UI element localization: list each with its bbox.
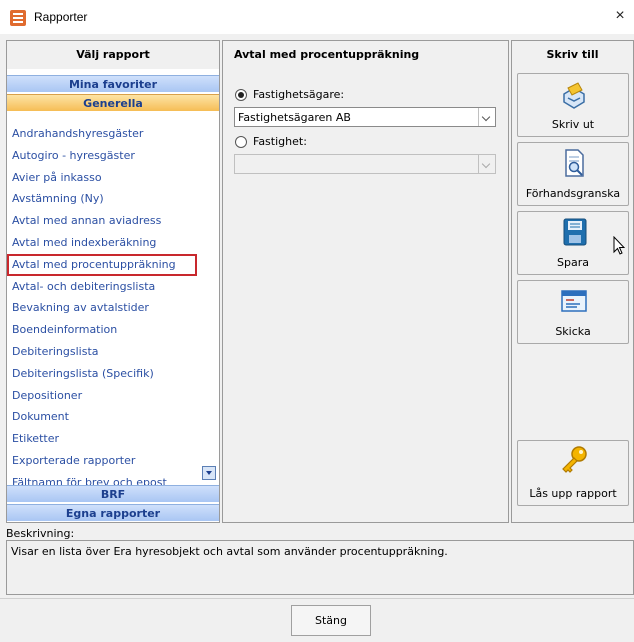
description-label: Beskrivning: (6, 527, 75, 540)
description-text: Visar en lista över Era hyresobjekt och … (11, 545, 448, 558)
preview-button-label: Förhandsgranska (525, 187, 621, 200)
preview-icon (565, 149, 584, 177)
list-item[interactable]: Autogiro - hyresgäster (7, 145, 219, 167)
print-button[interactable]: Skriv ut (517, 73, 629, 137)
owner-radio[interactable] (235, 89, 247, 101)
save-button-label: Spara (557, 256, 589, 269)
output-panel: Skriv till Skriv ut Förhandsgranska Spar… (511, 40, 634, 523)
list-item[interactable]: Fältnamn för brev och epost (7, 472, 219, 485)
group-generella[interactable]: Generella (7, 94, 219, 111)
property-radio-label: Fastighet: (253, 135, 307, 148)
group-mina-favoriter[interactable]: Mina favoriter (7, 75, 219, 92)
report-options-header: Avtal med procentuppräkning (223, 41, 508, 69)
list-item[interactable]: Avstämning (Ny) (7, 188, 219, 210)
preview-button[interactable]: Förhandsgranska (517, 142, 629, 206)
list-item[interactable]: Depositioner (7, 385, 219, 407)
chevron-down-icon[interactable] (478, 108, 495, 126)
send-icon (561, 290, 587, 312)
footer-divider (0, 598, 634, 599)
list-item[interactable]: Bevakning av avtalstider (7, 297, 219, 319)
owner-select-value: Fastighetsägaren AB (238, 111, 351, 124)
property-radio[interactable] (235, 136, 247, 148)
list-item[interactable]: Andrahandshyresgäster (7, 123, 219, 145)
key-icon (562, 446, 587, 473)
owner-radio-label: Fastighetsägare: (253, 88, 345, 101)
owner-select[interactable]: Fastighetsägaren AB (234, 107, 496, 127)
app-icon (10, 10, 26, 26)
group-brf[interactable]: BRF (7, 485, 219, 502)
list-item[interactable]: Avtal- och debiteringslista (7, 276, 219, 298)
chevron-down-icon[interactable] (478, 155, 495, 173)
close-button[interactable]: Stäng (291, 605, 371, 636)
print-button-label: Skriv ut (551, 118, 595, 131)
output-header: Skriv till (512, 41, 633, 69)
group-egna-rapporter[interactable]: Egna rapporter (7, 504, 219, 521)
report-list: Andrahandshyresgäster Autogiro - hyresgä… (7, 123, 219, 485)
list-item[interactable]: Etiketter (7, 428, 219, 450)
printer-icon (563, 82, 585, 109)
list-item-selected[interactable]: Avtal med procentuppräkning (7, 253, 197, 276)
unlock-report-button[interactable]: Lås upp rapport (517, 440, 629, 506)
report-options-panel: Avtal med procentuppräkning Fastighetsäg… (222, 40, 509, 523)
unlock-report-button-label: Lås upp rapport (529, 487, 617, 500)
send-button-label: Skicka (555, 325, 591, 338)
title-bar: Rapporter × (0, 0, 634, 34)
list-item[interactable]: Dokument (7, 406, 219, 428)
send-button[interactable]: Skicka (517, 280, 629, 344)
list-item[interactable]: Exporterade rapporter (7, 450, 219, 472)
list-item[interactable]: Avier på inkasso (7, 167, 219, 189)
list-item[interactable]: Debiteringslista (7, 341, 219, 363)
report-selector-header: Välj rapport (7, 41, 219, 69)
list-item[interactable]: Avtal med annan aviadress (7, 210, 219, 232)
property-select[interactable] (234, 154, 496, 174)
close-window-button[interactable]: × (612, 8, 628, 24)
list-item[interactable]: Debiteringslista (Specifik) (7, 363, 219, 385)
report-selector-panel: Välj rapport Mina favoriter Generella An… (6, 40, 220, 523)
description-box: Visar en lista över Era hyresobjekt och … (6, 540, 634, 595)
floppy-disk-icon (563, 218, 587, 246)
mouse-pointer-icon (613, 236, 625, 255)
list-item[interactable]: Avtal med indexberäkning (7, 232, 219, 254)
list-item[interactable]: Boendeinformation (7, 319, 219, 341)
scroll-down-button[interactable] (202, 466, 216, 480)
window-title: Rapporter (34, 10, 88, 24)
